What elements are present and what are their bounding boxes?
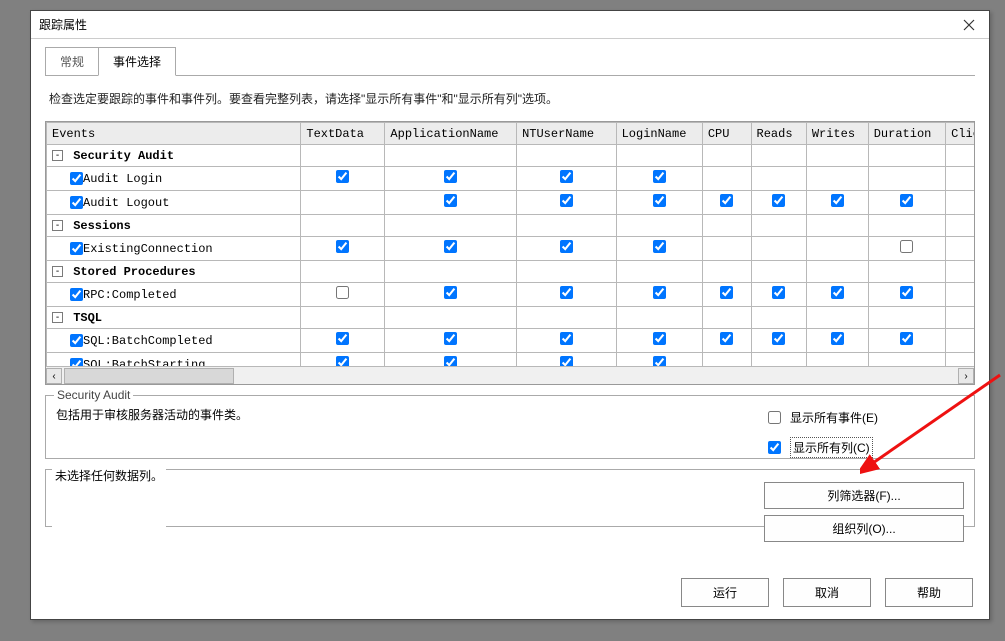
cell-checkbox[interactable]: [560, 332, 573, 345]
show-all-columns-option[interactable]: 显示所有列(C): [764, 437, 964, 458]
helper-text: 检查选定要跟踪的事件和事件列。要查看完整列表，请选择"显示所有事件"和"显示所有…: [45, 76, 975, 121]
column-filter-button[interactable]: 列筛选器(F)...: [764, 482, 964, 509]
tab-general[interactable]: 常规: [45, 47, 99, 76]
table-row[interactable]: Audit Logout: [47, 191, 976, 215]
event-checkbox[interactable]: [70, 334, 83, 347]
collapse-icon[interactable]: -: [52, 312, 63, 323]
cell-checkbox[interactable]: [900, 194, 913, 207]
cell-checkbox[interactable]: [653, 332, 666, 345]
cancel-button[interactable]: 取消: [783, 578, 871, 607]
table-row[interactable]: RPC:Completed: [47, 283, 976, 307]
no-column-text: 未选择任何数据列。: [52, 467, 166, 529]
close-icon: [963, 19, 975, 31]
cell-checkbox[interactable]: [444, 194, 457, 207]
cell-checkbox[interactable]: [653, 286, 666, 299]
cell-checkbox[interactable]: [444, 332, 457, 345]
organize-columns-button[interactable]: 组织列(O)...: [764, 515, 964, 542]
run-button[interactable]: 运行: [681, 578, 769, 607]
dialog-content: 常规 事件选择 检查选定要跟踪的事件和事件列。要查看完整列表，请选择"显示所有事…: [31, 39, 989, 527]
horizontal-scrollbar[interactable]: ‹ ›: [46, 366, 974, 384]
show-all-events-checkbox[interactable]: [768, 411, 781, 424]
cell-checkbox[interactable]: [772, 286, 785, 299]
tab-events[interactable]: 事件选择: [98, 47, 176, 76]
column-header-reads[interactable]: Reads: [751, 123, 806, 145]
cell-checkbox[interactable]: [831, 286, 844, 299]
cell-checkbox[interactable]: [653, 240, 666, 253]
cell-checkbox[interactable]: [444, 286, 457, 299]
cell-checkbox[interactable]: [336, 286, 349, 299]
group-security-audit[interactable]: - Security Audit: [47, 145, 301, 167]
scroll-right-icon[interactable]: ›: [958, 368, 974, 384]
cell-checkbox[interactable]: [831, 332, 844, 345]
column-header-textdata[interactable]: TextData: [301, 123, 385, 145]
group-stored-procedures[interactable]: - Stored Procedures: [47, 261, 301, 283]
cell-checkbox[interactable]: [653, 194, 666, 207]
cell-checkbox[interactable]: [560, 170, 573, 183]
cell-checkbox[interactable]: [444, 240, 457, 253]
cell-checkbox[interactable]: [336, 240, 349, 253]
cell-checkbox[interactable]: [336, 170, 349, 183]
cell-checkbox[interactable]: [560, 240, 573, 253]
group-tsql[interactable]: - TSQL: [47, 307, 301, 329]
close-button[interactable]: [955, 14, 983, 36]
table-row[interactable]: Audit Login: [47, 167, 976, 191]
cell-checkbox[interactable]: [653, 170, 666, 183]
event-label: Audit Logout: [83, 196, 169, 210]
column-header-applicationname[interactable]: ApplicationName: [385, 123, 517, 145]
collapse-icon[interactable]: -: [52, 220, 63, 231]
event-checkbox[interactable]: [70, 288, 83, 301]
event-checkbox[interactable]: [70, 196, 83, 209]
event-label: RPC:Completed: [83, 288, 177, 302]
tabs: 常规 事件选择: [45, 47, 975, 76]
column-header-loginname[interactable]: LoginName: [616, 123, 702, 145]
show-all-events-option[interactable]: 显示所有事件(E): [764, 408, 964, 427]
column-header-clientproce[interactable]: ClientProce: [946, 123, 975, 145]
show-all-events-label: 显示所有事件(E): [790, 409, 878, 426]
cell-checkbox[interactable]: [772, 194, 785, 207]
description-group: Security Audit 包括用于审核服务器活动的事件类。 显示所有事件(E…: [45, 395, 975, 459]
event-label: Audit Login: [83, 172, 162, 186]
description-text: 包括用于审核服务器活动的事件类。: [56, 406, 248, 458]
cell-checkbox[interactable]: [900, 332, 913, 345]
scroll-thumb[interactable]: [64, 368, 234, 384]
table-row[interactable]: SQL:BatchCompleted: [47, 329, 976, 353]
cell-checkbox[interactable]: [444, 170, 457, 183]
cell-checkbox[interactable]: [560, 286, 573, 299]
column-header-ntusername[interactable]: NTUserName: [517, 123, 617, 145]
help-button[interactable]: 帮助: [885, 578, 973, 607]
event-label: SQL:BatchCompleted: [83, 334, 213, 348]
column-header-duration[interactable]: Duration: [868, 123, 945, 145]
show-all-columns-checkbox[interactable]: [768, 441, 781, 454]
dialog-buttons: 运行 取消 帮助: [681, 578, 973, 607]
cell-checkbox[interactable]: [720, 194, 733, 207]
cell-checkbox[interactable]: [900, 240, 913, 253]
cell-checkbox[interactable]: [900, 286, 913, 299]
dialog-title: 跟踪属性: [39, 16, 87, 33]
event-checkbox[interactable]: [70, 172, 83, 185]
scroll-left-icon[interactable]: ‹: [46, 368, 62, 384]
event-label: ExistingConnection: [83, 242, 213, 256]
group-sessions[interactable]: - Sessions: [47, 215, 301, 237]
column-group: 未选择任何数据列。 列筛选器(F)... 组织列(O)...: [45, 469, 975, 527]
cell-checkbox[interactable]: [560, 194, 573, 207]
cell-checkbox[interactable]: [720, 332, 733, 345]
cell-checkbox[interactable]: [336, 332, 349, 345]
cell-checkbox[interactable]: [772, 332, 785, 345]
event-grid[interactable]: EventsTextDataApplicationNameNTUserNameL…: [45, 121, 975, 385]
show-all-columns-label: 显示所有列(C): [790, 437, 873, 458]
column-header-cpu[interactable]: CPU: [702, 123, 751, 145]
column-header-events[interactable]: Events: [47, 123, 301, 145]
dialog-trace-properties: 跟踪属性 常规 事件选择 检查选定要跟踪的事件和事件列。要查看完整列表，请选择"…: [30, 10, 990, 620]
titlebar: 跟踪属性: [31, 11, 989, 39]
event-checkbox[interactable]: [70, 242, 83, 255]
cell-checkbox[interactable]: [831, 194, 844, 207]
table-row[interactable]: ExistingConnection: [47, 237, 976, 261]
column-header-writes[interactable]: Writes: [806, 123, 868, 145]
collapse-icon[interactable]: -: [52, 150, 63, 161]
description-legend: Security Audit: [54, 388, 133, 402]
collapse-icon[interactable]: -: [52, 266, 63, 277]
cell-checkbox[interactable]: [720, 286, 733, 299]
